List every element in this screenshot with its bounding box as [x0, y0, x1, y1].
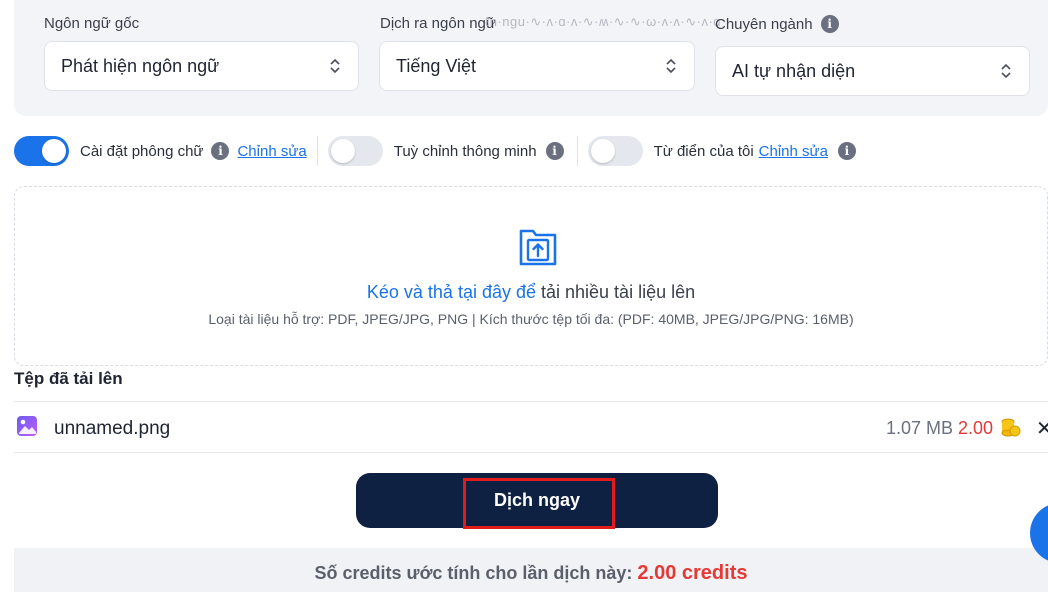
dropzone-instruction: Kéo và thả tại đây để tải nhiều tài liệu… [15, 282, 1047, 303]
info-icon[interactable]: i [837, 142, 856, 160]
smart-customize-toggle[interactable] [327, 136, 383, 166]
file-dropzone[interactable]: Kéo và thả tại đây để tải nhiều tài liệu… [14, 186, 1048, 366]
info-icon[interactable]: i [545, 142, 564, 160]
font-settings-edit-link[interactable]: Chỉnh sửa [237, 143, 306, 160]
translate-now-label: Dịch ngay [493, 490, 581, 510]
uploaded-files-title: Tệp đã tải lên [14, 369, 123, 388]
divider [316, 136, 318, 166]
chevron-updown-icon [328, 57, 342, 75]
domain-label-group: Chuyên ngành i [715, 15, 839, 33]
target-language-label: Dịch ra ngôn ngữ [380, 15, 496, 32]
garbled-overlay-text: ℓn·ngu·∿·ʌ·ɑ·ʌ·∿·ʍ·∿·∿·ω·ʌ·ᴧ·∿·ᴧ·ɑ [485, 14, 720, 36]
remove-file-close-icon[interactable]: ✕ [1036, 416, 1048, 441]
domain-select[interactable]: AI tự nhận diện [715, 46, 1030, 96]
translate-now-button[interactable]: Dịch ngay [356, 473, 718, 528]
dropzone-instruction-highlight[interactable]: Kéo và thả tại đây để [367, 282, 536, 302]
coin-icon [1001, 418, 1021, 437]
image-file-icon [17, 416, 37, 436]
source-language-label: Ngôn ngữ gốc [44, 15, 140, 32]
font-settings-toggle[interactable] [14, 136, 69, 166]
source-language-select[interactable]: Phát hiện ngôn ngữ [44, 41, 359, 91]
source-language-value: Phát hiện ngôn ngữ [61, 55, 220, 76]
chevron-updown-icon [999, 62, 1013, 80]
chevron-updown-icon [664, 57, 678, 75]
smart-customize-label: Tuỳ chỉnh thông minh [393, 142, 537, 160]
file-name: unnamed.png [54, 418, 171, 439]
divider [576, 136, 578, 166]
file-credits: 2.00 [958, 418, 994, 438]
target-language-value: Tiếng Việt [396, 55, 477, 76]
info-icon[interactable]: i [211, 142, 230, 160]
file-list-item: unnamed.png 1.07 MB 2.00 ✕ [14, 401, 1048, 453]
domain-value: AI tự nhận diện [732, 60, 856, 81]
upload-folder-icon [519, 229, 557, 266]
credits-estimate-prefix: Số credits ước tính cho lần dịch này: [314, 563, 638, 583]
domain-label: Chuyên ngành [715, 15, 813, 33]
font-settings-label: Cài đặt phông chữ [80, 142, 204, 160]
my-dictionary-label: Từ điển của tôi [653, 142, 754, 160]
credits-estimate-bar: Số credits ước tính cho lần dịch này: 2.… [14, 548, 1048, 592]
dropzone-instruction-rest: tải nhiều tài liệu lên [536, 282, 696, 302]
my-dictionary-edit-link[interactable]: Chỉnh sửa [759, 143, 828, 160]
target-language-select[interactable]: Tiếng Việt [379, 41, 695, 91]
file-size: 1.07 MB [886, 418, 954, 438]
credits-estimate-value: 2.00 credits [637, 562, 748, 584]
my-dictionary-toggle[interactable] [587, 136, 643, 166]
credits-estimate-text: Số credits ước tính cho lần dịch này: 2.… [14, 562, 1048, 585]
dropzone-hint: Loại tài liệu hỗ trợ: PDF, JPEG/JPG, PNG… [208, 311, 854, 327]
options-row: Cài đặt phông chữ i Chỉnh sửa Tuỳ chỉnh … [14, 136, 856, 166]
info-icon[interactable]: i [820, 15, 839, 33]
